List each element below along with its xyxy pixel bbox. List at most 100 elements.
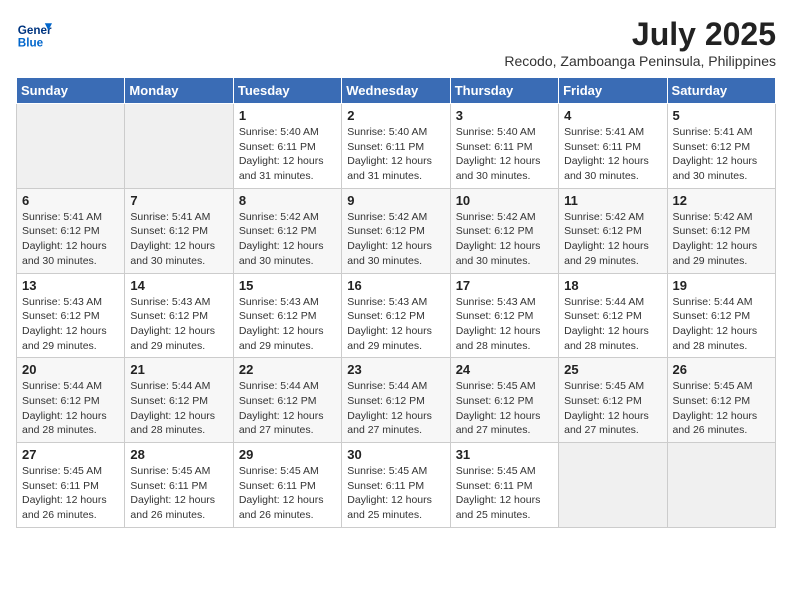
day-info: Sunrise: 5:45 AMSunset: 6:12 PMDaylight:… bbox=[673, 379, 770, 438]
day-info: Sunrise: 5:45 AMSunset: 6:11 PMDaylight:… bbox=[239, 464, 336, 523]
day-number: 20 bbox=[22, 362, 119, 377]
day-info: Sunrise: 5:41 AMSunset: 6:12 PMDaylight:… bbox=[130, 210, 227, 269]
day-info: Sunrise: 5:41 AMSunset: 6:12 PMDaylight:… bbox=[22, 210, 119, 269]
calendar-cell: 11 Sunrise: 5:42 AMSunset: 6:12 PMDayligh… bbox=[559, 188, 667, 273]
title-block: July 2025 Recodo, Zamboanga Peninsula, P… bbox=[504, 16, 776, 69]
day-number: 31 bbox=[456, 447, 553, 462]
calendar-cell: 18Sunrise: 5:44 AMSunset: 6:12 PMDayligh… bbox=[559, 273, 667, 358]
calendar-cell: 16 Sunrise: 5:43 AMSunset: 6:12 PMDayligh… bbox=[342, 273, 450, 358]
calendar-cell: 15 Sunrise: 5:43 AMSunset: 6:12 PMDayligh… bbox=[233, 273, 341, 358]
day-number: 14 bbox=[130, 278, 227, 293]
calendar-cell: 20 Sunrise: 5:44 AMSunset: 6:12 PMDayligh… bbox=[17, 358, 125, 443]
day-info: Sunrise: 5:42 AMSunset: 6:12 PMDaylight:… bbox=[673, 210, 770, 269]
day-number: 10 bbox=[456, 193, 553, 208]
day-info: Sunrise: 5:44 AMSunset: 6:12 PMDaylight:… bbox=[673, 295, 770, 354]
calendar-cell: 17 Sunrise: 5:43 AMSunset: 6:12 PMDayligh… bbox=[450, 273, 558, 358]
day-number: 11 bbox=[564, 193, 661, 208]
day-info: Sunrise: 5:43 AMSunset: 6:12 PMDaylight:… bbox=[22, 295, 119, 354]
day-number: 12 bbox=[673, 193, 770, 208]
day-info: Sunrise: 5:44 AMSunset: 6:12 PMDaylight:… bbox=[564, 295, 661, 354]
calendar-cell: 22 Sunrise: 5:44 AMSunset: 6:12 PMDayligh… bbox=[233, 358, 341, 443]
day-number: 3 bbox=[456, 108, 553, 123]
day-number: 25 bbox=[564, 362, 661, 377]
day-number: 15 bbox=[239, 278, 336, 293]
calendar-cell: 21Sunrise: 5:44 AMSunset: 6:12 PMDayligh… bbox=[125, 358, 233, 443]
day-number: 26 bbox=[673, 362, 770, 377]
day-info: Sunrise: 5:45 AMSunset: 6:11 PMDaylight:… bbox=[22, 464, 119, 523]
calendar-cell: 26 Sunrise: 5:45 AMSunset: 6:12 PMDayligh… bbox=[667, 358, 775, 443]
calendar-cell: 23 Sunrise: 5:44 AMSunset: 6:12 PMDayligh… bbox=[342, 358, 450, 443]
calendar-week-3: 13 Sunrise: 5:43 AMSunset: 6:12 PMDayligh… bbox=[17, 273, 776, 358]
day-number: 16 bbox=[347, 278, 444, 293]
day-info: Sunrise: 5:44 AMSunset: 6:12 PMDaylight:… bbox=[239, 379, 336, 438]
day-info: Sunrise: 5:44 AMSunset: 6:12 PMDaylight:… bbox=[347, 379, 444, 438]
calendar-cell: 13 Sunrise: 5:43 AMSunset: 6:12 PMDayligh… bbox=[17, 273, 125, 358]
day-info: Sunrise: 5:43 AMSunset: 6:12 PMDaylight:… bbox=[456, 295, 553, 354]
day-number: 24 bbox=[456, 362, 553, 377]
day-number: 28 bbox=[130, 447, 227, 462]
column-header-tuesday: Tuesday bbox=[233, 78, 341, 104]
calendar-cell: 4 Sunrise: 5:41 AMSunset: 6:11 PMDaylight… bbox=[559, 104, 667, 189]
day-info: Sunrise: 5:45 AMSunset: 6:12 PMDaylight:… bbox=[564, 379, 661, 438]
calendar-cell: 31 Sunrise: 5:45 AMSunset: 6:11 PMDayligh… bbox=[450, 443, 558, 528]
day-number: 30 bbox=[347, 447, 444, 462]
calendar-cell: 2 Sunrise: 5:40 AMSunset: 6:11 PMDaylight… bbox=[342, 104, 450, 189]
calendar-cell: 30Sunrise: 5:45 AMSunset: 6:11 PMDayligh… bbox=[342, 443, 450, 528]
calendar-cell bbox=[667, 443, 775, 528]
day-number: 2 bbox=[347, 108, 444, 123]
day-info: Sunrise: 5:41 AMSunset: 6:12 PMDaylight:… bbox=[673, 125, 770, 184]
calendar-cell: 25 Sunrise: 5:45 AMSunset: 6:12 PMDayligh… bbox=[559, 358, 667, 443]
day-number: 9 bbox=[347, 193, 444, 208]
day-info: Sunrise: 5:45 AMSunset: 6:11 PMDaylight:… bbox=[130, 464, 227, 523]
calendar-cell bbox=[125, 104, 233, 189]
day-info: Sunrise: 5:44 AMSunset: 6:12 PMDaylight:… bbox=[22, 379, 119, 438]
day-info: Sunrise: 5:42 AMSunset: 6:12 PMDaylight:… bbox=[456, 210, 553, 269]
column-header-sunday: Sunday bbox=[17, 78, 125, 104]
day-info: Sunrise: 5:42 AMSunset: 6:12 PMDaylight:… bbox=[564, 210, 661, 269]
calendar-header-row: SundayMondayTuesdayWednesdayThursdayFrid… bbox=[17, 78, 776, 104]
day-number: 4 bbox=[564, 108, 661, 123]
day-number: 5 bbox=[673, 108, 770, 123]
calendar-cell bbox=[17, 104, 125, 189]
day-number: 6 bbox=[22, 193, 119, 208]
calendar-cell: 8 Sunrise: 5:42 AMSunset: 6:12 PMDaylight… bbox=[233, 188, 341, 273]
column-header-thursday: Thursday bbox=[450, 78, 558, 104]
calendar-cell: 19Sunrise: 5:44 AMSunset: 6:12 PMDayligh… bbox=[667, 273, 775, 358]
column-header-wednesday: Wednesday bbox=[342, 78, 450, 104]
day-info: Sunrise: 5:42 AMSunset: 6:12 PMDaylight:… bbox=[239, 210, 336, 269]
calendar-cell: 10 Sunrise: 5:42 AMSunset: 6:12 PMDayligh… bbox=[450, 188, 558, 273]
calendar-cell: 12 Sunrise: 5:42 AMSunset: 6:12 PMDayligh… bbox=[667, 188, 775, 273]
day-info: Sunrise: 5:43 AMSunset: 6:12 PMDaylight:… bbox=[130, 295, 227, 354]
calendar-cell: 28 Sunrise: 5:45 AMSunset: 6:11 PMDayligh… bbox=[125, 443, 233, 528]
day-number: 13 bbox=[22, 278, 119, 293]
calendar-table: SundayMondayTuesdayWednesdayThursdayFrid… bbox=[16, 77, 776, 528]
calendar-cell: 1Sunrise: 5:40 AMSunset: 6:11 PMDaylight… bbox=[233, 104, 341, 189]
calendar-week-4: 20 Sunrise: 5:44 AMSunset: 6:12 PMDayligh… bbox=[17, 358, 776, 443]
location-subtitle: Recodo, Zamboanga Peninsula, Philippines bbox=[504, 53, 776, 69]
month-year-title: July 2025 bbox=[504, 16, 776, 53]
day-number: 29 bbox=[239, 447, 336, 462]
column-header-saturday: Saturday bbox=[667, 78, 775, 104]
calendar-cell: 6 Sunrise: 5:41 AMSunset: 6:12 PMDaylight… bbox=[17, 188, 125, 273]
logo-icon: General Blue bbox=[16, 16, 52, 52]
calendar-cell: 14 Sunrise: 5:43 AMSunset: 6:12 PMDayligh… bbox=[125, 273, 233, 358]
day-number: 23 bbox=[347, 362, 444, 377]
svg-text:Blue: Blue bbox=[18, 37, 44, 50]
calendar-cell: 3 Sunrise: 5:40 AMSunset: 6:11 PMDaylight… bbox=[450, 104, 558, 189]
day-info: Sunrise: 5:43 AMSunset: 6:12 PMDaylight:… bbox=[347, 295, 444, 354]
logo: General Blue bbox=[16, 16, 52, 52]
day-info: Sunrise: 5:43 AMSunset: 6:12 PMDaylight:… bbox=[239, 295, 336, 354]
column-header-friday: Friday bbox=[559, 78, 667, 104]
calendar-cell: 29 Sunrise: 5:45 AMSunset: 6:11 PMDayligh… bbox=[233, 443, 341, 528]
day-info: Sunrise: 5:42 AMSunset: 6:12 PMDaylight:… bbox=[347, 210, 444, 269]
day-number: 8 bbox=[239, 193, 336, 208]
day-info: Sunrise: 5:40 AMSunset: 6:11 PMDaylight:… bbox=[456, 125, 553, 184]
day-info: Sunrise: 5:41 AMSunset: 6:11 PMDaylight:… bbox=[564, 125, 661, 184]
day-number: 22 bbox=[239, 362, 336, 377]
day-number: 17 bbox=[456, 278, 553, 293]
day-info: Sunrise: 5:40 AMSunset: 6:11 PMDaylight:… bbox=[347, 125, 444, 184]
page-header: General Blue July 2025 Recodo, Zamboanga… bbox=[16, 16, 776, 69]
day-info: Sunrise: 5:45 AMSunset: 6:11 PMDaylight:… bbox=[456, 464, 553, 523]
calendar-cell: 27Sunrise: 5:45 AMSunset: 6:11 PMDayligh… bbox=[17, 443, 125, 528]
calendar-cell: 7Sunrise: 5:41 AMSunset: 6:12 PMDaylight… bbox=[125, 188, 233, 273]
